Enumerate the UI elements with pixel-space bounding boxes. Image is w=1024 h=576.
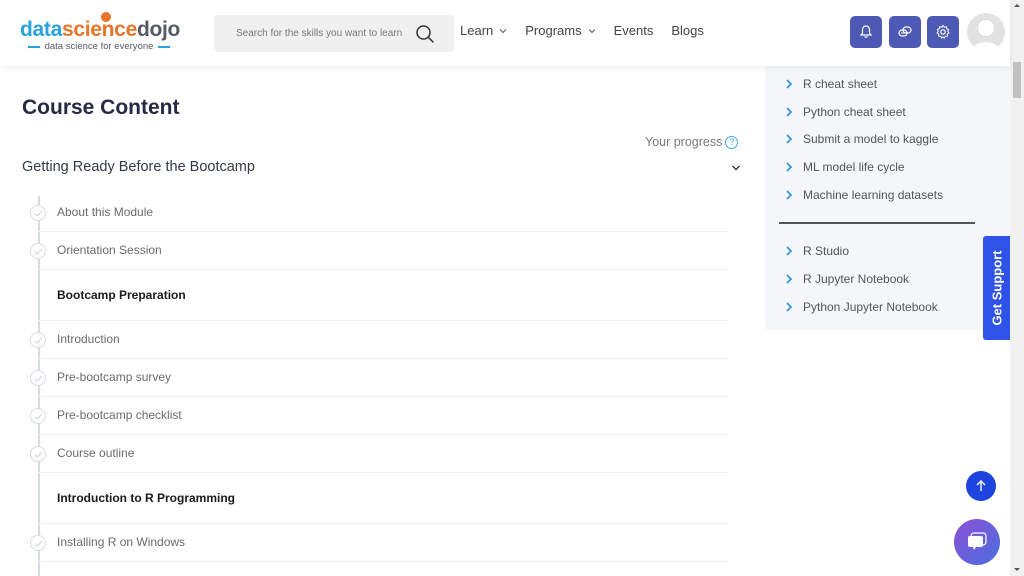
tool-link-label: R Jupyter Notebook — [803, 272, 910, 286]
lesson-label[interactable]: Orientation Session — [57, 243, 162, 257]
logo-wordmark: datasciencedojo — [20, 18, 180, 42]
chat-icon — [898, 26, 912, 37]
chevron-right-icon — [786, 274, 793, 284]
resource-link-label: Python cheat sheet — [803, 104, 906, 119]
section-title[interactable]: Getting Ready Before the Bootcamp — [22, 159, 255, 175]
tagline-line-right — [158, 45, 171, 48]
tool-link[interactable]: Python Jupyter Notebook — [785, 300, 938, 314]
chevron-right-icon — [786, 246, 793, 256]
lesson-label[interactable]: Course outline — [57, 446, 134, 460]
tagline-text: data science for everyone — [44, 41, 154, 52]
nav-learn-label: Learn — [460, 23, 494, 38]
lesson-label[interactable]: About this Module — [57, 205, 153, 219]
check-circle-icon[interactable] — [30, 446, 46, 462]
chevron-down-icon — [588, 28, 595, 33]
user-icon — [972, 20, 1000, 51]
lesson-label[interactable]: Pre-bootcamp survey — [57, 370, 171, 384]
scroll-down-arrow[interactable] — [1014, 568, 1020, 571]
gear-icon — [936, 24, 950, 40]
logo-tagline: data science for everyone — [20, 41, 178, 52]
resource-link[interactable]: Submit a model to kaggle — [785, 132, 938, 146]
resource-link-label: Submit a model to kaggle — [803, 132, 939, 147]
search-input[interactable] — [236, 28, 416, 39]
chevron-right-icon — [786, 190, 793, 200]
check-circle-icon[interactable] — [30, 370, 46, 386]
resource-link[interactable]: R cheat sheet — [785, 77, 877, 91]
resource-link[interactable]: ML model life cycle — [785, 160, 905, 174]
arrow-up-icon — [976, 480, 986, 491]
nav-programs[interactable]: Programs — [525, 23, 595, 38]
live-chat-button[interactable] — [954, 519, 1000, 565]
tagline-line-left — [27, 45, 40, 48]
lesson-item[interactable]: Course outline — [30, 435, 728, 473]
nav-blogs[interactable]: Blogs — [671, 23, 704, 38]
resources-sidebar: R cheat sheet Python cheat sheet Submit a … — [765, 66, 1010, 330]
scrollbar-thumb[interactable] — [1013, 62, 1021, 98]
lesson-item[interactable]: Orientation Session — [30, 232, 728, 270]
lesson-item[interactable]: Pre-bootcamp checklist — [30, 397, 728, 435]
check-circle-icon[interactable] — [30, 535, 46, 551]
tool-link[interactable]: R Studio — [785, 244, 849, 258]
scroll-up-arrow[interactable] — [1014, 4, 1020, 7]
sidebar-divider — [779, 222, 975, 224]
get-support-label: Get Support — [989, 250, 1005, 326]
chevron-right-icon — [786, 162, 793, 172]
chevron-right-icon — [786, 134, 793, 144]
search-icon[interactable] — [415, 24, 435, 44]
bell-icon — [859, 25, 873, 38]
nav-events-label: Events — [613, 23, 654, 38]
resource-link[interactable]: Machine learning datasets — [785, 188, 943, 202]
lesson-item[interactable]: Introduction — [30, 321, 728, 359]
logo-data: data — [20, 18, 62, 41]
nav-learn[interactable]: Learn — [460, 23, 507, 38]
resource-link[interactable]: Python cheat sheet — [785, 105, 906, 119]
resource-link-label: Machine learning datasets — [803, 187, 944, 202]
tool-link-label: R Studio — [803, 244, 850, 258]
chat-bubble-icon — [968, 532, 987, 550]
chevron-right-icon — [786, 107, 793, 117]
messages-button[interactable] — [889, 16, 921, 48]
logo[interactable]: datasciencedojo data science for everyon… — [20, 12, 180, 56]
module-header[interactable]: Bootcamp Preparation — [38, 270, 728, 321]
lesson-label[interactable]: Introduction — [57, 332, 120, 346]
main-nav: Learn Programs Events Blogs — [460, 23, 722, 38]
tool-link-label: Python Jupyter Notebook — [803, 300, 938, 314]
chevron-right-icon — [786, 79, 793, 89]
nav-programs-label: Programs — [525, 23, 582, 38]
lesson-label[interactable]: Installing R on Windows — [57, 535, 185, 549]
get-support-button[interactable]: Get Support — [983, 236, 1011, 340]
lesson-item[interactable]: Pre-bootcamp survey — [30, 359, 728, 397]
check-circle-icon[interactable] — [30, 332, 46, 348]
nav-blogs-label: Blogs — [671, 23, 704, 38]
user-avatar[interactable] — [967, 13, 1005, 51]
back-to-top-button[interactable] — [966, 471, 996, 501]
check-circle-icon[interactable] — [30, 205, 46, 221]
progress-text: Your progress — [645, 135, 723, 149]
chevron-right-icon — [786, 302, 793, 312]
chevron-down-icon — [499, 28, 507, 33]
search-bar — [214, 15, 454, 52]
logo-science: science — [61, 18, 137, 41]
notifications-button[interactable] — [850, 16, 882, 48]
module-label: Introduction to R Programming — [57, 491, 235, 505]
logo-dojo: dojo — [136, 18, 181, 41]
chevron-down-icon[interactable] — [731, 164, 741, 172]
help-icon[interactable]: ? — [725, 135, 739, 149]
tool-link[interactable]: R Jupyter Notebook — [785, 272, 909, 286]
page-scrollbar[interactable] — [1010, 0, 1024, 576]
lesson-item[interactable]: Installing R on Windows — [30, 524, 728, 562]
lesson-item[interactable]: About this Module — [30, 194, 728, 232]
module-label: Bootcamp Preparation — [57, 288, 186, 302]
site-header: datasciencedojo data science for everyon… — [0, 0, 1010, 66]
settings-button[interactable] — [927, 16, 959, 48]
check-circle-icon[interactable] — [30, 408, 46, 424]
resource-link-label: R cheat sheet — [803, 77, 878, 91]
resource-link-label: ML model life cycle — [803, 160, 905, 175]
check-circle-icon[interactable] — [30, 243, 46, 259]
lesson-label[interactable]: Pre-bootcamp checklist — [57, 408, 182, 422]
page-title: Course Content — [22, 96, 180, 119]
nav-events[interactable]: Events — [614, 23, 654, 38]
progress-label: Your progress ? — [645, 135, 739, 149]
module-header[interactable]: Introduction to R Programming — [38, 473, 728, 524]
